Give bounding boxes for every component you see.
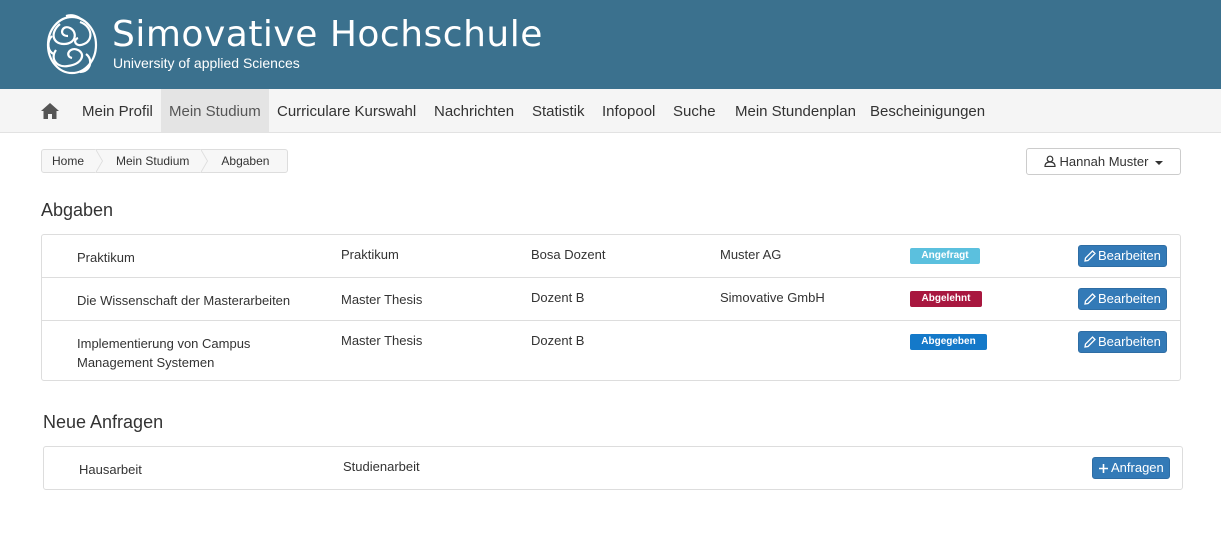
main-navbar: Mein Profil Mein Studium Curriculare Kur…	[0, 89, 1221, 133]
nav-item-infopool[interactable]: Infopool	[594, 89, 663, 132]
anfrage-type: Studienarbeit	[343, 459, 420, 474]
caret-down-icon	[1155, 160, 1164, 165]
nav-item-mein-stundenplan[interactable]: Mein Stundenplan	[727, 89, 864, 132]
table-row: Praktikum Praktikum Bosa Dozent Muster A…	[42, 235, 1180, 278]
breadcrumb: Home Mein Studium Abgaben	[41, 149, 289, 173]
table-row: Implementierung von Campus Management Sy…	[42, 321, 1180, 380]
anfragen-title: Neue Anfragen	[43, 412, 164, 432]
abgabe-type: Master Thesis	[341, 292, 423, 307]
site-title: Simovative Hochschule	[112, 14, 543, 55]
anfragen-panel: Hausarbeit Studienarbeit Anfragen	[43, 446, 1183, 490]
abgabe-title: Die Wissenschaft der Masterarbeiten	[77, 293, 291, 308]
nav-item-nachrichten[interactable]: Nachrichten	[426, 89, 522, 132]
abgabe-company: Muster AG	[720, 247, 782, 262]
abgabe-type: Praktikum	[341, 247, 399, 262]
abgabe-lecturer: Dozent B	[531, 333, 585, 348]
pencil-icon	[1084, 250, 1096, 262]
pencil-icon	[1084, 293, 1096, 305]
abgabe-title: Praktikum	[77, 250, 135, 265]
abgabe-company: Simovative GmbH	[720, 290, 825, 305]
nav-item-statistik[interactable]: Statistik	[524, 89, 593, 132]
abgabe-title: Implementierung von Campus Management Sy…	[77, 336, 251, 370]
abgabe-lecturer: Bosa Dozent	[531, 247, 606, 262]
anfrage-title: Hausarbeit	[79, 462, 142, 477]
university-logo-icon[interactable]	[42, 10, 102, 80]
edit-button[interactable]: Bearbeiten	[1078, 288, 1167, 310]
table-row: Die Wissenschaft der Masterarbeiten Mast…	[42, 278, 1180, 321]
plus-icon	[1099, 464, 1108, 473]
breadcrumb-abgaben[interactable]: Abgaben	[201, 150, 287, 172]
user-name: Hannah Muster	[1059, 154, 1149, 169]
pencil-icon	[1084, 336, 1096, 348]
edit-button[interactable]: Bearbeiten	[1078, 331, 1167, 353]
nav-item-suche[interactable]: Suche	[665, 89, 724, 132]
abgaben-panel: Praktikum Praktikum Bosa Dozent Muster A…	[41, 234, 1181, 381]
edit-button[interactable]: Bearbeiten	[1078, 245, 1167, 267]
abgaben-title: Abgaben	[41, 200, 114, 220]
nav-item-bescheinigungen[interactable]: Bescheinigungen	[862, 89, 993, 132]
user-icon	[1044, 155, 1056, 168]
user-menu-button[interactable]: Hannah Muster	[1026, 148, 1181, 175]
breadcrumb-home[interactable]: Home	[42, 149, 104, 173]
nav-item-curriculare-kurswahl[interactable]: Curriculare Kurswahl	[269, 89, 424, 132]
breadcrumb-mein-studium[interactable]: Mein Studium	[96, 149, 209, 173]
abgabe-lecturer: Dozent B	[531, 290, 585, 305]
nav-item-mein-profil[interactable]: Mein Profil	[74, 89, 161, 132]
site-subtitle: University of applied Sciences	[113, 55, 300, 71]
site-header: Simovative Hochschule University of appl…	[0, 0, 1221, 89]
home-icon[interactable]	[40, 101, 60, 121]
nav-item-mein-studium[interactable]: Mein Studium	[161, 89, 269, 132]
abgabe-type: Master Thesis	[341, 333, 423, 348]
table-row: Hausarbeit Studienarbeit Anfragen	[44, 447, 1182, 489]
request-button[interactable]: Anfragen	[1092, 457, 1170, 479]
status-badge: Angefragt	[910, 248, 980, 264]
status-badge: Abgegeben	[910, 334, 987, 350]
status-badge: Abgelehnt	[910, 291, 982, 307]
